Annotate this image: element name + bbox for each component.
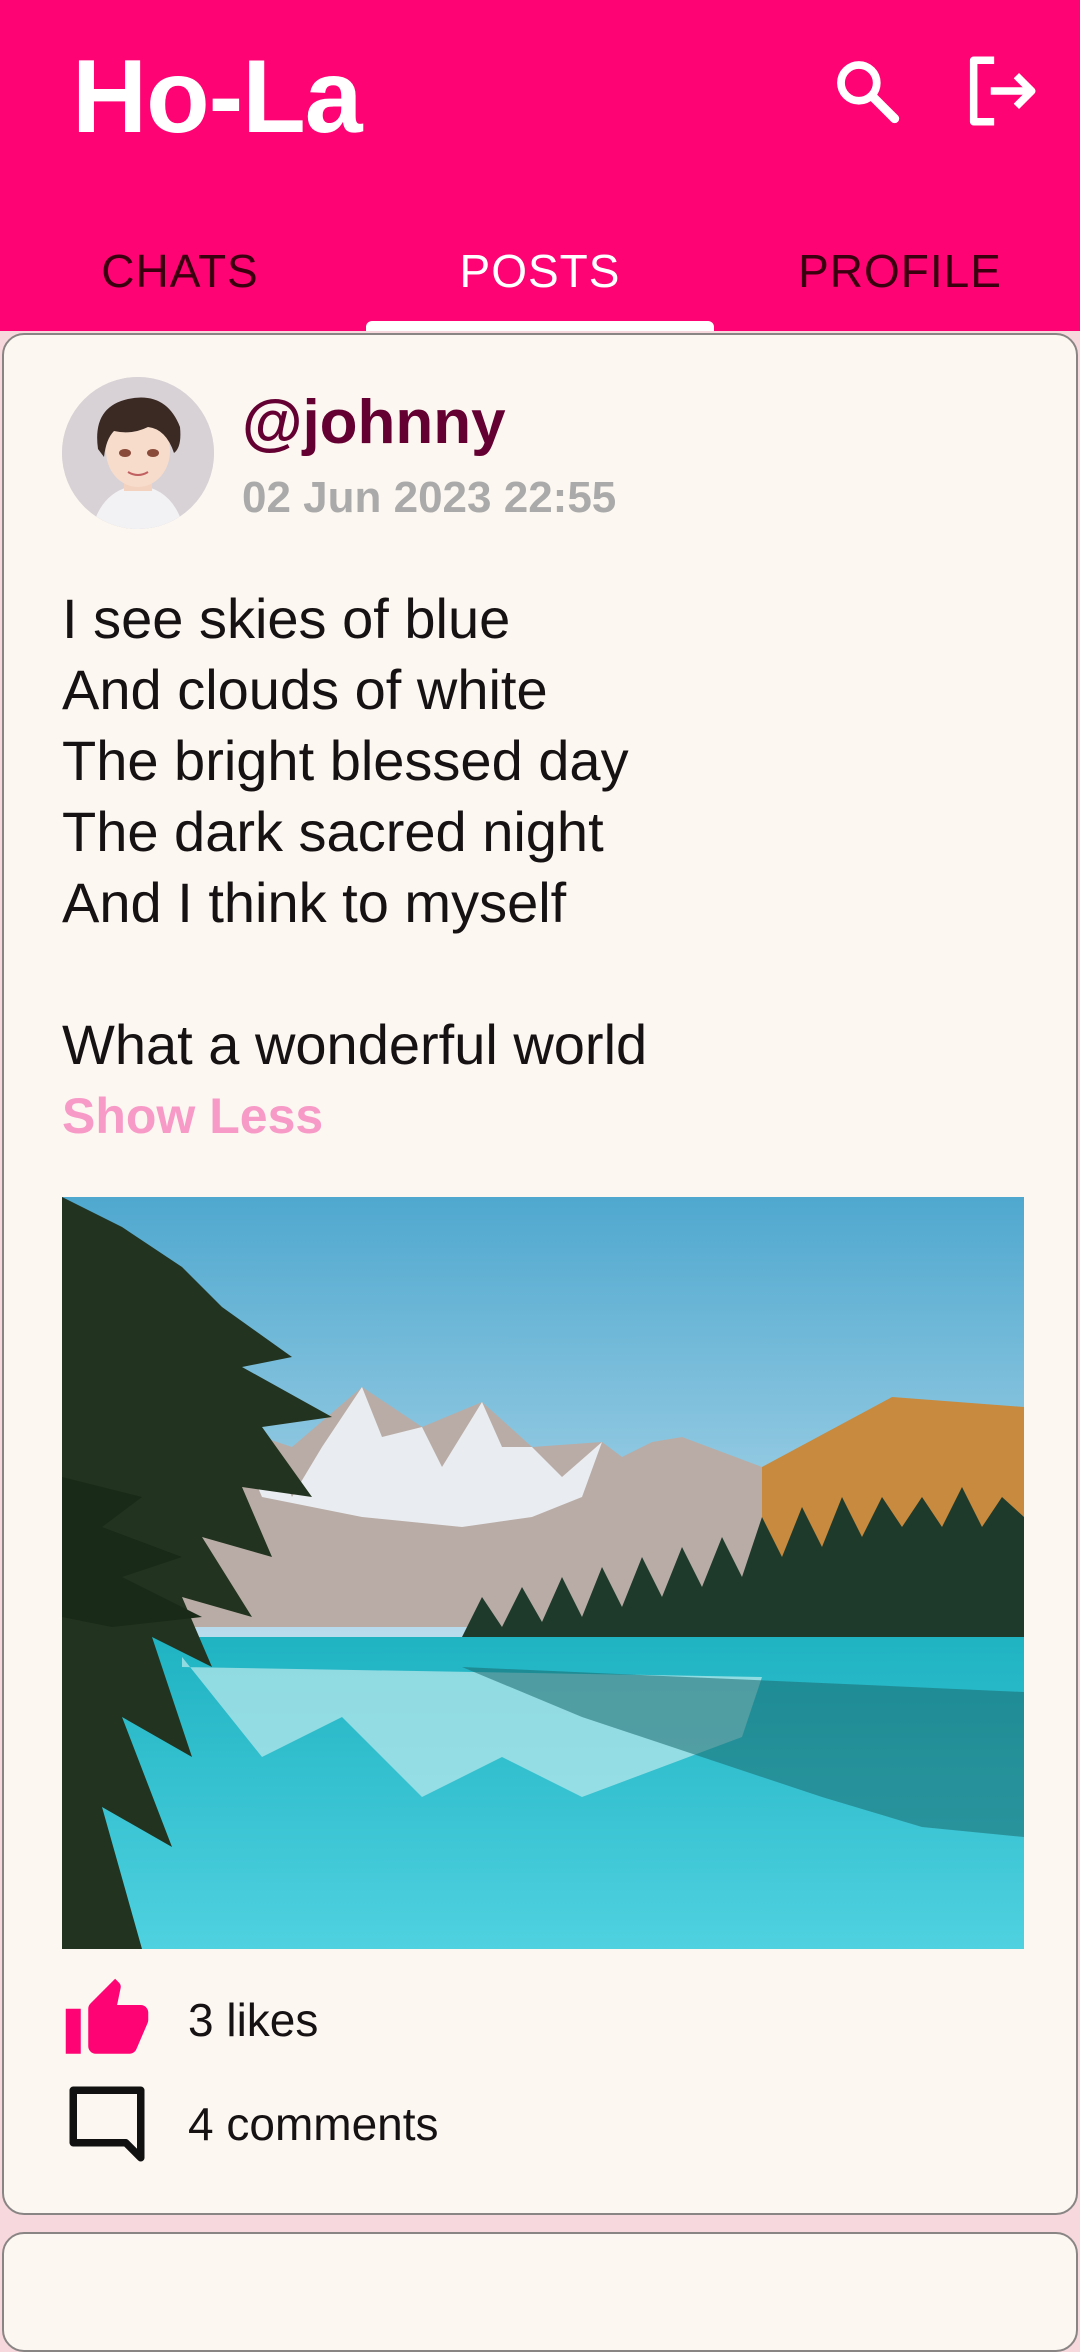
post-username[interactable]: @johnny — [242, 387, 506, 458]
post-image[interactable] — [62, 1197, 1024, 1949]
search-button[interactable] — [822, 46, 912, 136]
tab-profile[interactable]: PROFILE — [720, 210, 1080, 331]
comment-icon[interactable] — [62, 2079, 152, 2169]
tab-chats[interactable]: CHATS — [0, 210, 360, 331]
like-row[interactable]: 3 likes — [62, 1975, 318, 2065]
app-bar: Ho-La CHATS POSTS PROFILE — [0, 0, 1080, 331]
post-body-text: I see skies of blue And clouds of white … — [62, 587, 648, 1076]
tab-posts[interactable]: POSTS — [360, 210, 720, 331]
active-tab-indicator — [366, 321, 714, 331]
thumb-up-icon[interactable] — [62, 1975, 152, 2065]
next-post-card — [2, 2232, 1078, 2352]
avatar[interactable] — [62, 377, 214, 529]
show-less-link[interactable]: Show Less — [62, 1087, 323, 1145]
logout-icon — [969, 56, 1036, 126]
post-card: @johnny 02 Jun 2023 22:55 I see skies of… — [2, 333, 1078, 2215]
comment-row[interactable]: 4 comments — [62, 2079, 439, 2169]
post-timestamp: 02 Jun 2023 22:55 — [242, 473, 617, 522]
tab-bar: CHATS POSTS PROFILE — [0, 210, 1080, 331]
app-title: Ho-La — [72, 39, 363, 155]
search-icon — [837, 61, 900, 124]
comments-count: 4 comments — [188, 2098, 439, 2150]
likes-count: 3 likes — [188, 1994, 319, 2046]
logout-button[interactable] — [956, 46, 1046, 136]
